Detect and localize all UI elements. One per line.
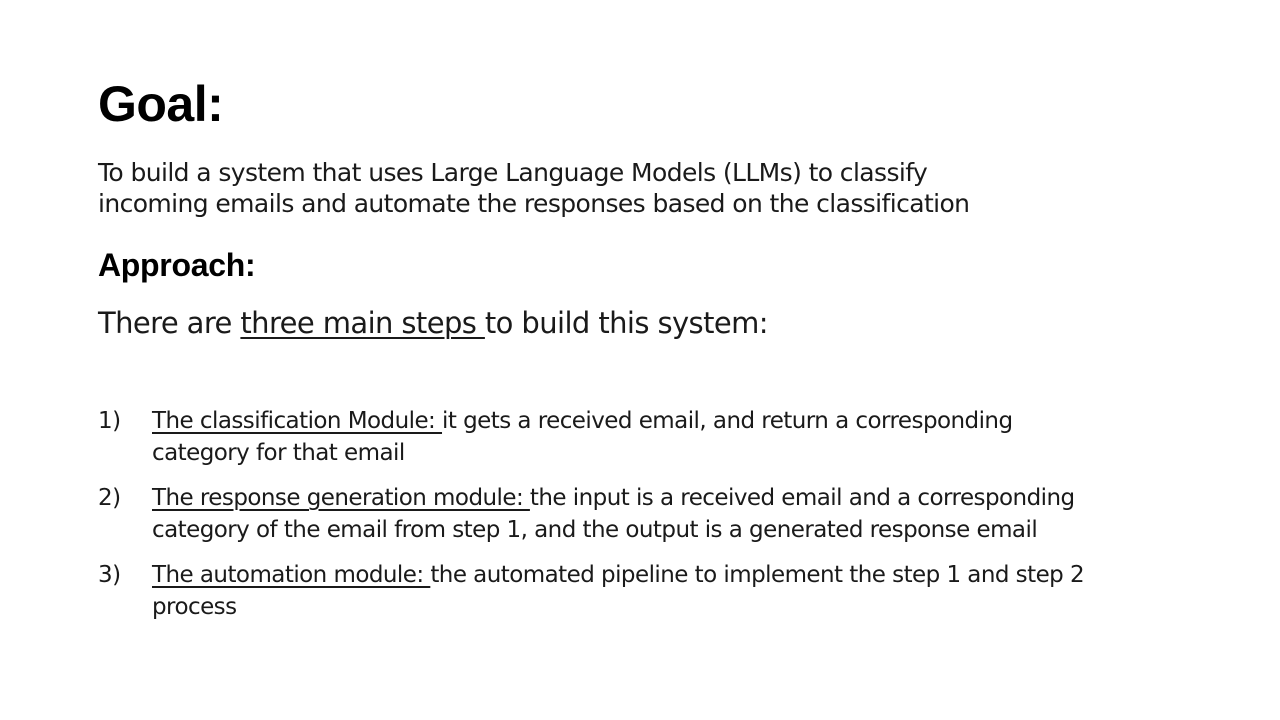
- steps-list: 1) The classification Module: it gets a …: [98, 405, 1208, 636]
- step-text: the input is a received email and a corr…: [529, 485, 1075, 511]
- approach-intro: There are three main steps to build this…: [98, 305, 769, 341]
- step-line-1: The automation module: the automated pip…: [152, 559, 1208, 591]
- step-text: the automated pipeline to implement the …: [430, 562, 1085, 588]
- step-text: it gets a received email, and return a c…: [442, 408, 1013, 434]
- step-item-classification: 1) The classification Module: it gets a …: [98, 405, 1208, 469]
- goal-heading: Goal:: [98, 76, 224, 132]
- goal-line-1: To build a system that uses Large Langua…: [98, 158, 928, 187]
- step-title: The automation module:: [152, 562, 431, 588]
- approach-intro-after: to build this system:: [484, 306, 769, 340]
- step-line-1: The classification Module: it gets a rec…: [152, 405, 1208, 437]
- step-line-2: category for that email: [152, 440, 405, 466]
- step-number: 1): [98, 408, 121, 434]
- slide: Goal: To build a system that uses Large …: [0, 0, 1280, 720]
- step-line-1: The response generation module: the inpu…: [152, 482, 1208, 514]
- step-title: The response generation module:: [152, 485, 530, 511]
- goal-description: To build a system that uses Large Langua…: [98, 157, 1098, 219]
- step-line-2: category of the email from step 1, and t…: [152, 517, 1038, 543]
- step-item-automation: 3) The automation module: the automated …: [98, 559, 1208, 623]
- approach-intro-before: There are: [98, 306, 241, 340]
- approach-intro-underlined: three main steps: [240, 306, 485, 340]
- step-number: 2): [98, 485, 121, 511]
- step-item-response-generation: 2) The response generation module: the i…: [98, 482, 1208, 546]
- step-number: 3): [98, 562, 121, 588]
- step-title: The classification Module:: [152, 408, 443, 434]
- approach-heading: Approach:: [98, 247, 256, 283]
- goal-line-2: incoming emails and automate the respons…: [98, 189, 970, 218]
- step-line-2: process: [152, 594, 237, 620]
